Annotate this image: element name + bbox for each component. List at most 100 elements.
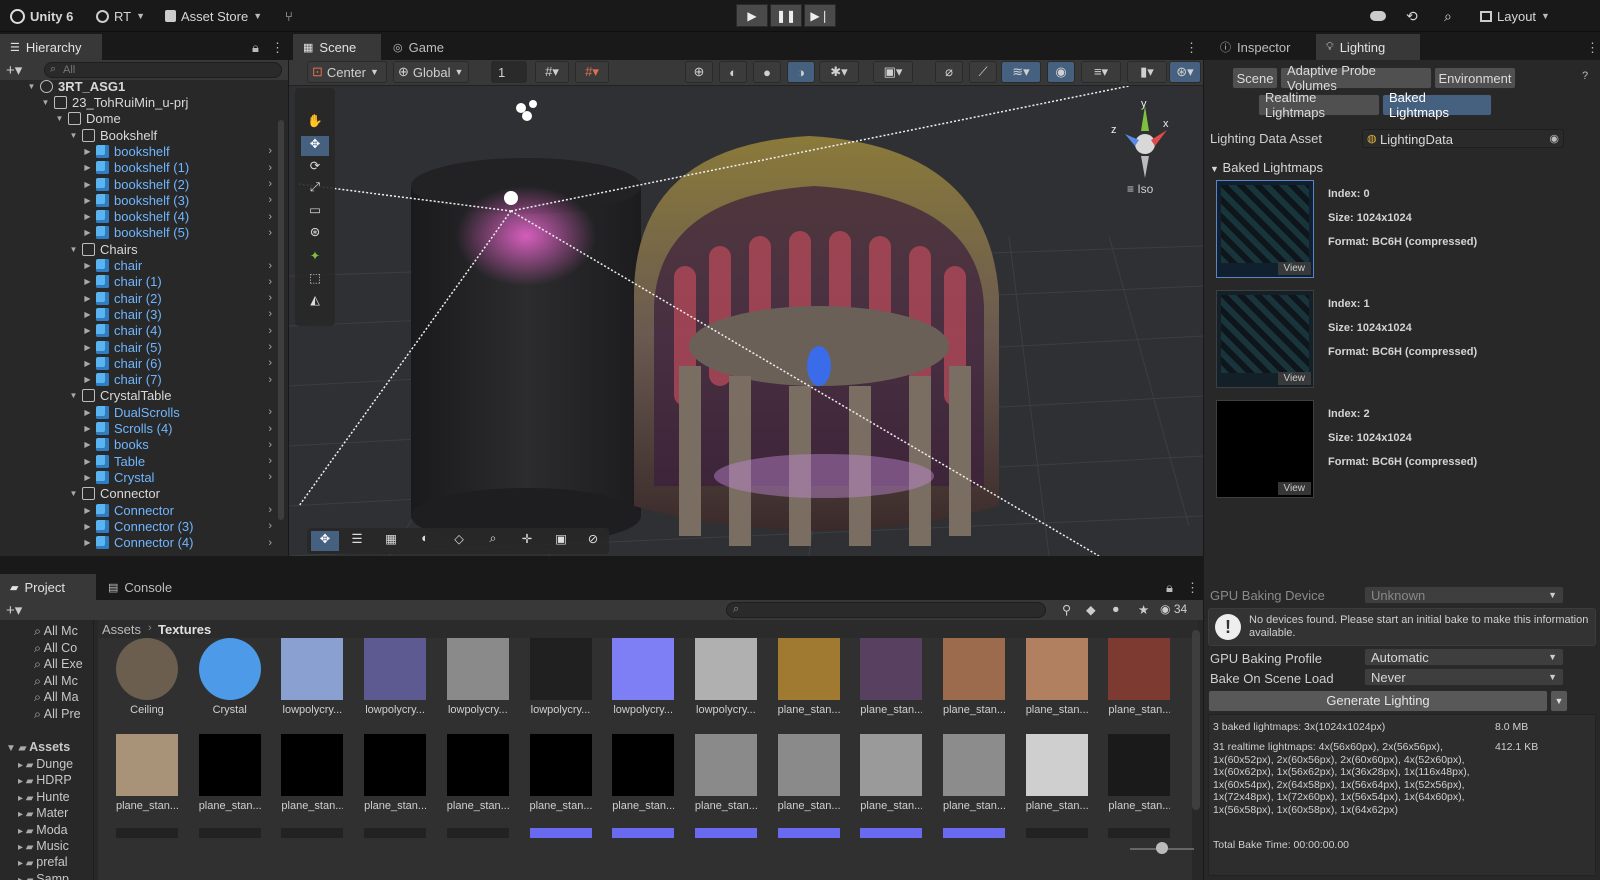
label-icon[interactable]: ◆ bbox=[1086, 602, 1096, 617]
scene-fx-dropdown[interactable]: ≋▾ bbox=[1001, 61, 1041, 83]
chevron-right-icon[interactable]: › bbox=[268, 341, 272, 353]
hierarchy-row[interactable]: ▶ bookshelf › bbox=[0, 143, 288, 160]
hierarchy-row[interactable]: ▶ Connector (3) › bbox=[0, 518, 288, 535]
breadcrumb-textures[interactable]: Textures bbox=[158, 622, 211, 637]
foldout-closed-icon[interactable]: ▶ bbox=[82, 163, 93, 172]
camera-dropdown[interactable]: ▣▾ bbox=[873, 61, 913, 83]
asset-item[interactable]: plane_stan... bbox=[1025, 638, 1088, 716]
foldout-open-icon[interactable]: ▼ bbox=[54, 114, 65, 123]
foldout-closed-icon[interactable]: ▶ bbox=[82, 310, 93, 319]
lock-icon[interactable]: 🔒︎ bbox=[1166, 580, 1173, 596]
chevron-right-icon[interactable]: › bbox=[268, 178, 272, 190]
asset-item[interactable]: plane_stan... bbox=[529, 734, 592, 812]
shaded-wire-button[interactable]: ◐ bbox=[719, 61, 747, 83]
asset-item[interactable]: plane_stan... bbox=[1108, 734, 1171, 812]
view-button[interactable]: View bbox=[1277, 262, 1311, 275]
gpu-profile-dropdown[interactable]: Automatic ▼ bbox=[1364, 648, 1564, 666]
kebab-menu-icon[interactable]: ⋮ bbox=[1586, 40, 1599, 56]
move-tool-button[interactable]: ✥ bbox=[301, 136, 329, 156]
chevron-right-icon[interactable]: › bbox=[268, 276, 272, 288]
asset-item[interactable]: plane_stan... bbox=[777, 638, 840, 716]
asset-item[interactable]: Crystal bbox=[198, 638, 261, 716]
overlay-camera-button[interactable]: ▣ bbox=[547, 531, 575, 551]
assets-root-folder[interactable]: ▼ ▰ Assets bbox=[6, 740, 70, 754]
chevron-right-icon[interactable]: › bbox=[268, 292, 272, 304]
foldout-closed-icon[interactable]: ▶ bbox=[82, 228, 93, 237]
filter-type-icon[interactable]: ⚲ bbox=[1062, 602, 1071, 617]
chevron-right-icon[interactable]: › bbox=[268, 520, 272, 532]
hierarchy-row[interactable]: ▶ DualScrolls › bbox=[0, 404, 288, 421]
hierarchy-row[interactable]: ▶ chair (2) › bbox=[0, 290, 288, 307]
star-icon[interactable]: ★ bbox=[1138, 602, 1149, 617]
overlay-pivot-button[interactable]: ✛ bbox=[513, 531, 541, 551]
hierarchy-row[interactable]: ▶ bookshelf (2) › bbox=[0, 176, 288, 193]
folder-item[interactable]: ▸ ▰ Moda bbox=[18, 823, 68, 837]
terrain-tool-button[interactable]: ◭ bbox=[301, 292, 329, 312]
chevron-right-icon[interactable]: › bbox=[268, 455, 272, 467]
bake-on-load-dropdown[interactable]: Never ▼ bbox=[1364, 668, 1564, 686]
hierarchy-row[interactable]: ▼ Dome bbox=[0, 111, 288, 128]
asset-item[interactable]: plane_stan... bbox=[364, 734, 427, 812]
hierarchy-row[interactable]: ▶ chair (1) › bbox=[0, 274, 288, 291]
foldout-closed-icon[interactable]: ▶ bbox=[82, 326, 93, 335]
chevron-right-icon[interactable]: › bbox=[268, 374, 272, 386]
tab-scene[interactable]: ▦ Scene bbox=[293, 34, 381, 60]
view-button[interactable]: View bbox=[1277, 482, 1311, 495]
increment-snap-button[interactable]: #▾ bbox=[575, 61, 609, 83]
saved-search-item[interactable]: ⌕ All Pre bbox=[34, 707, 81, 722]
draw-mode-button[interactable]: ⊕ bbox=[685, 61, 713, 83]
lighting-subtab-baked[interactable]: Baked Lightmaps bbox=[1382, 90, 1492, 120]
hierarchy-row[interactable]: ▼ CrystalTable bbox=[0, 388, 288, 405]
hierarchy-row[interactable]: ▶ books › bbox=[0, 437, 288, 454]
tab-hierarchy[interactable]: ☰ Hierarchy bbox=[0, 34, 102, 60]
asset-item[interactable]: lowpolycry... bbox=[529, 638, 592, 716]
lock-icon[interactable]: 🔒︎ bbox=[252, 40, 259, 56]
foldout-closed-icon[interactable]: ▶ bbox=[82, 457, 93, 466]
shaded-button[interactable]: ● bbox=[753, 61, 781, 83]
iso-toggle[interactable]: ≡ Iso bbox=[1127, 182, 1153, 196]
folder-item[interactable]: ▸ ▰ Music bbox=[18, 839, 69, 853]
gpu-device-dropdown[interactable]: Unknown ▼ bbox=[1364, 586, 1564, 604]
hierarchy-row[interactable]: ▶ Connector (4) › bbox=[0, 534, 288, 551]
asset-item[interactable]: plane_stan... bbox=[446, 734, 509, 812]
foldout-closed-icon[interactable]: ▶ bbox=[82, 424, 93, 433]
lighting-subtab-environment[interactable]: Environment bbox=[1434, 67, 1516, 89]
grid-snap-button[interactable]: #▾ bbox=[535, 61, 569, 83]
fx-toggle[interactable]: ⌀ bbox=[935, 61, 963, 83]
scene-viewport[interactable]: y z x ≡ Iso ✋ ✥ ⟳ ⤢ ▭ ⊛ ✦ ⬚ ◭ ✥ ☰ ▦ ◐ ◇ … bbox=[289, 86, 1203, 556]
hierarchy-row[interactable]: ▼ Connector bbox=[0, 486, 288, 503]
overlay-shading-button[interactable]: ◐ bbox=[411, 531, 439, 551]
folder-item[interactable]: ▸ ▰ prefal bbox=[18, 855, 68, 869]
hierarchy-scrollbar[interactable] bbox=[278, 120, 284, 520]
chevron-right-icon[interactable]: › bbox=[268, 357, 272, 369]
hierarchy-search-input[interactable]: ⌕ All bbox=[44, 62, 282, 78]
saved-search-item[interactable]: ⌕ All Mc bbox=[34, 624, 78, 639]
foldout-closed-icon[interactable]: ▶ bbox=[82, 261, 93, 270]
chevron-right-icon[interactable]: › bbox=[268, 211, 272, 223]
asset-item[interactable]: plane_stan... bbox=[777, 734, 840, 812]
asset-item[interactable]: lowpolycry... bbox=[694, 638, 757, 716]
asset-item[interactable]: plane_stan... bbox=[612, 734, 675, 812]
overlay-layers-button[interactable]: ◇ bbox=[445, 531, 473, 551]
asset-item[interactable]: lowpolycry... bbox=[612, 638, 675, 716]
custom-tool-button[interactable]: ✦ bbox=[301, 248, 329, 268]
layers-dropdown[interactable]: ≡▾ bbox=[1081, 61, 1121, 83]
foldout-closed-icon[interactable]: ▶ bbox=[82, 473, 93, 482]
foldout-closed-icon[interactable]: ▶ bbox=[82, 408, 93, 417]
warning-filter-icon[interactable]: ● bbox=[1112, 602, 1120, 616]
view-button[interactable]: View bbox=[1277, 372, 1311, 385]
space-dropdown[interactable]: ⊕ Global ▼ bbox=[393, 61, 469, 83]
chevron-right-icon[interactable]: › bbox=[268, 406, 272, 418]
add-icon[interactable]: +▾ bbox=[6, 61, 22, 79]
probe-tool-button[interactable]: ⬚ bbox=[301, 270, 329, 290]
breadcrumb-assets[interactable]: Assets bbox=[102, 622, 141, 637]
hierarchy-row[interactable]: ▶ chair › bbox=[0, 257, 288, 274]
overlay-move-button[interactable]: ✥ bbox=[311, 531, 339, 551]
unity-menu-button[interactable]: Unity 6 bbox=[10, 7, 73, 25]
foldout-closed-icon[interactable]: ▶ bbox=[82, 522, 93, 531]
layout-dropdown[interactable]: Layout ▼ bbox=[1480, 7, 1550, 25]
pause-button[interactable]: ❚❚ bbox=[770, 4, 802, 27]
chevron-right-icon[interactable]: › bbox=[268, 145, 272, 157]
folder-item[interactable]: ▸ ▰ Dunge bbox=[18, 757, 73, 771]
foldout-closed-icon[interactable]: ▶ bbox=[82, 277, 93, 286]
